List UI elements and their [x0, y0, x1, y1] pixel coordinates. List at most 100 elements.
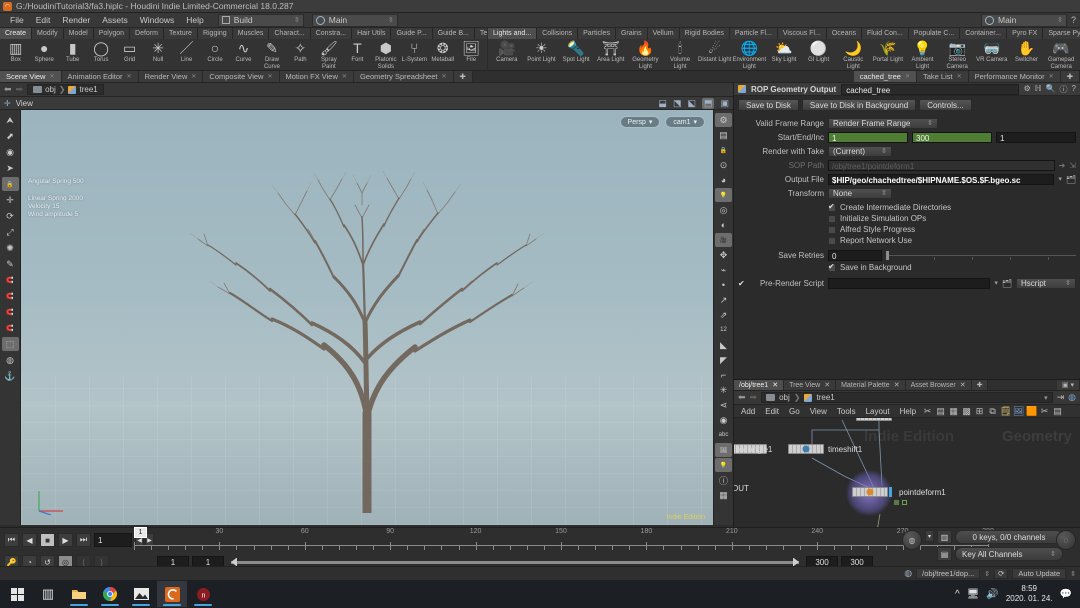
shelf-tab-left-4[interactable]: Deform — [130, 28, 164, 39]
houdini-parm-icon[interactable]: ℍ — [1035, 84, 1042, 95]
persp-selector[interactable]: Persp ▾ — [619, 116, 661, 128]
shelf-tab-right-5[interactable]: Rigid Bodies — [679, 28, 730, 39]
checkbox-save-in-background[interactable]: Save in Background — [738, 262, 1076, 273]
bounding-box-icon[interactable]: ⌐ — [715, 368, 732, 382]
group-display-icon[interactable]: ⋖ — [715, 398, 732, 412]
handle-display-icon[interactable]: ✥ — [715, 248, 732, 262]
pane-tab-left-2[interactable]: Render View ✕ — [138, 71, 204, 82]
jump-to-end-button[interactable]: ⏭ — [76, 533, 91, 547]
curve-icon[interactable]: ∿ Curve — [230, 40, 257, 64]
net-globe-icon[interactable]: ◍ — [1068, 392, 1076, 403]
portal-light-icon[interactable]: 🌾 Portal Light — [871, 40, 905, 64]
render-with-take-select[interactable]: (Current) ⇳ — [828, 145, 892, 157]
shelf-tab-left-7[interactable]: Muscles — [232, 28, 270, 39]
close-icon[interactable]: ✕ — [960, 380, 966, 391]
controls-button[interactable]: Controls... — [919, 99, 972, 111]
shelf-tab-right-13[interactable]: Sparse Pyr... — [1043, 28, 1080, 39]
close-icon[interactable]: ✕ — [957, 71, 962, 83]
snapshot-icon[interactable]: ▤ — [1051, 406, 1064, 417]
shadow-icon[interactable]: ◐ — [715, 218, 732, 232]
geometry-light-icon[interactable]: 🔥 Geometry Light — [629, 40, 663, 70]
breadcrumb[interactable]: obj ❯ tree1 — [27, 84, 104, 95]
camera-icon[interactable]: 🎥 Camera — [490, 40, 524, 64]
line-icon[interactable]: ／ Line — [173, 40, 200, 64]
timeline-ruler[interactable]: 306090120150180210240270300 1 — [134, 527, 994, 552]
view-pin-icon[interactable]: ⬒ — [701, 97, 715, 109]
torus-icon[interactable]: ◯ Torus — [87, 40, 114, 64]
status-node-path[interactable]: /obj/tree1/dop... — [916, 568, 981, 579]
output-file-browse-icon[interactable]: 🗂 — [1066, 175, 1076, 184]
shelf-tab-left-6[interactable]: Rigging — [197, 28, 233, 39]
network-node-top[interactable] — [856, 418, 892, 421]
task-view-button[interactable]: ▥ — [33, 581, 63, 607]
shelf-tab-left-9[interactable]: Constra... — [310, 28, 353, 39]
network-icon[interactable]: ⧉ — [986, 406, 999, 417]
grid-icon[interactable]: ▭ Grid — [116, 40, 143, 64]
shelf-tab-right-4[interactable]: Vellum — [647, 28, 680, 39]
magnet-c-icon[interactable]: 🧲 — [2, 305, 19, 319]
photos-button[interactable] — [126, 581, 156, 607]
alfred-style-progress-checkbox[interactable] — [828, 225, 836, 234]
sticky-icon[interactable]: 🟧 — [1025, 406, 1038, 417]
shelf-tab-right-7[interactable]: Viscous Fl... — [777, 28, 827, 39]
shelf-tab-right-8[interactable]: Oceans — [826, 28, 862, 39]
shelf-tab-right-2[interactable]: Particles — [578, 28, 616, 39]
info-icon[interactable]: ⓘ — [715, 473, 732, 487]
magnet-b-icon[interactable]: 🧲 — [2, 289, 19, 303]
network-path-field[interactable]: obj ❯ tree1 ▾ — [761, 392, 1053, 403]
parm-node-name-field[interactable]: cached_tree — [841, 83, 1019, 95]
snap-primitive-icon[interactable]: ◍ — [2, 353, 19, 367]
desktop-spinner-icon[interactable]: ⇳ — [388, 16, 394, 24]
list-icon[interactable]: ▤ — [934, 406, 947, 417]
shelf-tab-left-12[interactable]: Guide B... — [432, 28, 475, 39]
network-menu-edit[interactable]: Edit — [760, 405, 784, 418]
net-path-chevron-down-icon[interactable]: ▾ — [1044, 394, 1048, 402]
network-tab-1[interactable]: Tree View ✕ — [784, 380, 837, 390]
move-tool-icon[interactable]: ✛ — [2, 193, 19, 207]
shelf-tab-left-10[interactable]: Hair Utils — [352, 28, 392, 39]
hscript-select[interactable]: Hscript ⇳ — [1016, 277, 1076, 289]
shelf-tab-left-13[interactable]: Terrain... — [474, 28, 487, 39]
channel-list-icon[interactable]: ▥ — [937, 530, 952, 544]
net-pin-icon[interactable]: ⇥ — [1057, 392, 1065, 403]
pane-tab-left-3[interactable]: Composite View ✕ — [203, 71, 280, 82]
draw-curve-icon[interactable]: ✎ Draw Curve — [258, 40, 285, 70]
network-tab-0[interactable]: /obj/tree1 ✕ — [734, 380, 785, 390]
view-split-icon[interactable]: ⬔ — [673, 98, 682, 109]
save-retries-slider[interactable] — [886, 250, 1076, 261]
checkbox-report-network-use[interactable]: Report Network Use — [738, 235, 1076, 246]
shelf-tab-left-0[interactable]: Create — [0, 28, 33, 39]
stereo-camera-icon[interactable]: 📷 Stereo Camera — [940, 40, 974, 70]
help-icon[interactable]: ? — [1072, 84, 1076, 95]
net-forward-arrow-icon[interactable]: ➡ — [750, 392, 758, 403]
metaball-icon[interactable]: ❂ Metaball — [429, 40, 456, 64]
current-frame-field[interactable]: 1 — [94, 533, 132, 547]
circle-icon[interactable]: ○ Circle — [201, 40, 228, 64]
network-tray-icon[interactable]: 🖥 — [967, 589, 980, 600]
point-number-icon[interactable]: 12 — [715, 323, 732, 337]
shelf-tab-left-8[interactable]: Charact... — [269, 28, 311, 39]
ghost-display-icon[interactable]: ▤ — [715, 128, 732, 142]
pre-render-browse-icon[interactable]: 🗂 — [1002, 279, 1012, 288]
save-retries-field[interactable]: 0 — [828, 249, 882, 261]
pane-tab-right-2[interactable]: Performance Monitor ✕ — [968, 71, 1061, 82]
menu-file[interactable]: File — [4, 13, 30, 28]
shelf-tab-right-1[interactable]: Collisions — [537, 28, 579, 39]
environment-light-icon[interactable]: 🌐 Environment Light — [732, 40, 766, 70]
background-image-icon[interactable]: 🖼 — [715, 443, 732, 457]
net-back-arrow-icon[interactable]: ⬅ — [738, 392, 746, 403]
pointdeform1-display-flag[interactable] — [889, 487, 892, 497]
gear-icon[interactable]: ⚙ — [1024, 84, 1031, 95]
checkbox-create-intermediate-directories[interactable]: Create Intermediate Directories — [738, 202, 1076, 213]
scale-tool-icon[interactable]: ⤢ — [2, 225, 19, 239]
snap-multi-icon[interactable]: ⚓ — [2, 369, 19, 383]
shelf-tab-right-11[interactable]: Container... — [960, 28, 1008, 39]
menu-help[interactable]: Help — [180, 13, 209, 28]
pane-tab-left-4[interactable]: Motion FX View ✕ — [279, 71, 354, 83]
pointdeform1-box[interactable] — [852, 487, 888, 497]
close-icon[interactable]: ✕ — [342, 71, 347, 83]
shelf-tab-right-10[interactable]: Populate C... — [908, 28, 961, 39]
file-explorer-button[interactable] — [64, 581, 94, 607]
network-globe-icon[interactable]: ◍ — [904, 568, 912, 579]
network-node-timeshift1[interactable]: timeshift1 — [788, 444, 862, 454]
